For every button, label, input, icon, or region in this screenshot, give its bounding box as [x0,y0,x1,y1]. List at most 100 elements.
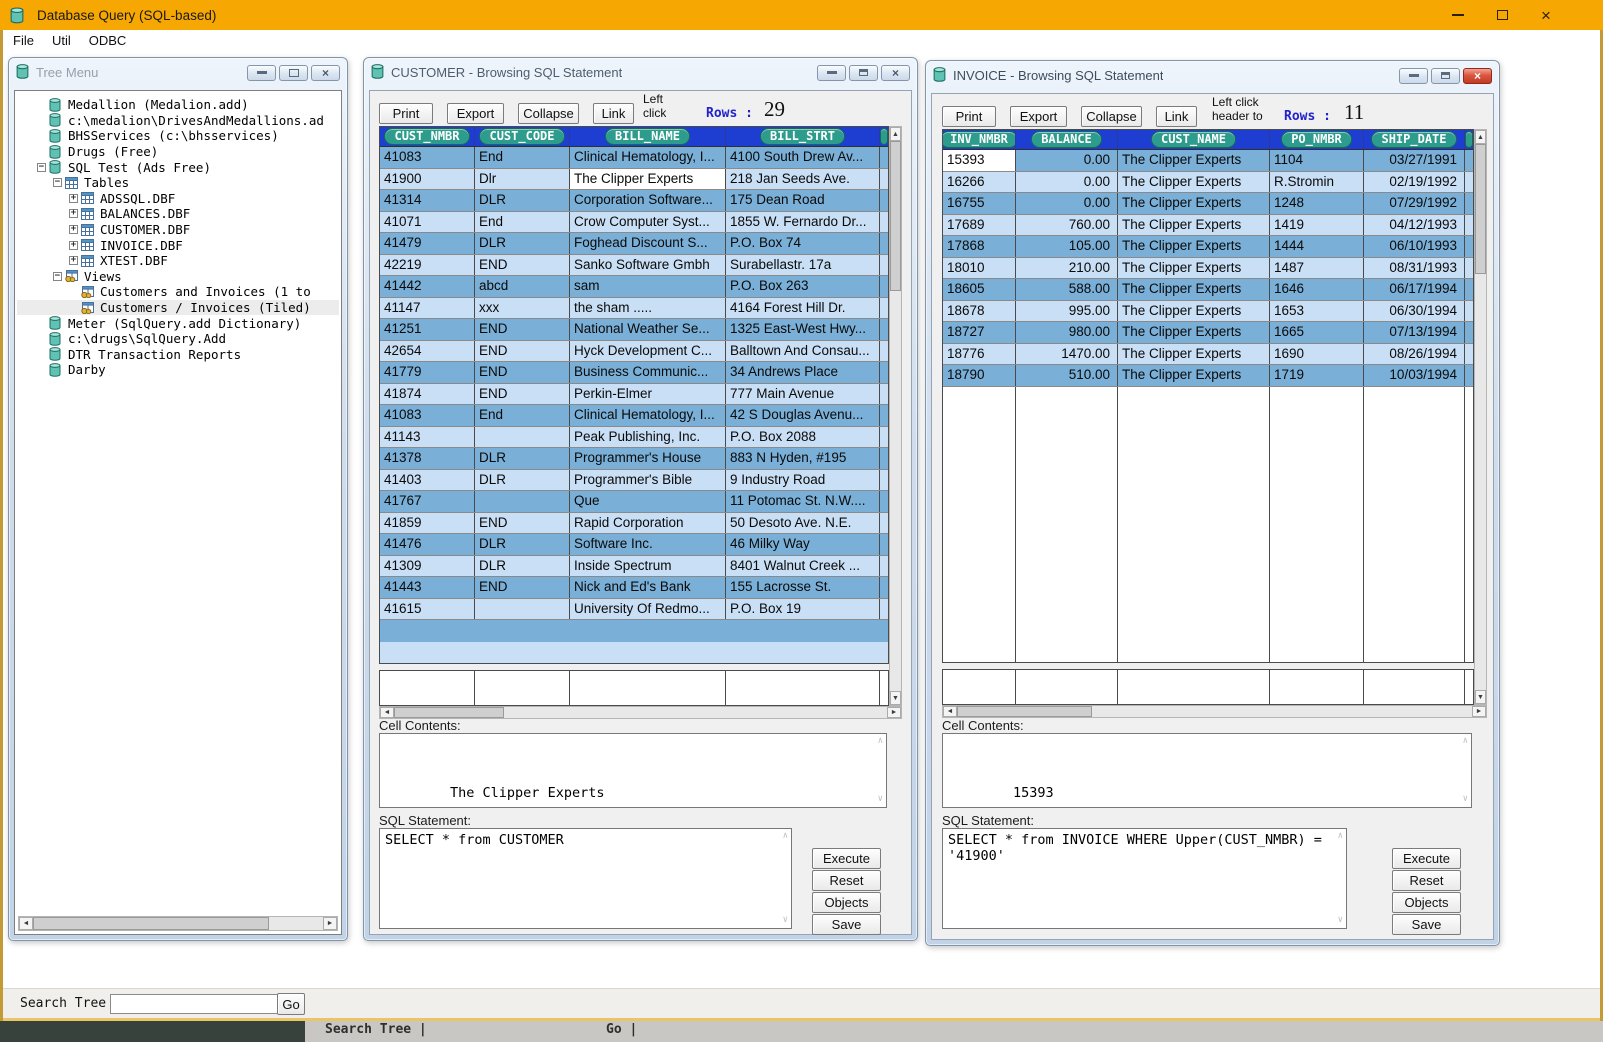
tree-window-titlebar[interactable]: Tree Menu × [9,58,347,87]
scroll-thumb[interactable] [890,141,901,291]
table-cell[interactable]: 1719 [1270,365,1364,386]
scroll-down-chevron[interactable]: ∨ [1463,795,1468,804]
table-cell[interactable]: DLR [475,190,570,211]
table-cell[interactable]: 41403 [380,470,475,491]
table-cell[interactable]: 41309 [380,556,475,577]
tree-expander-plus-icon[interactable]: + [69,225,78,234]
table-cell[interactable]: The Clipper Experts [1118,344,1270,365]
print-button[interactable]: Print [379,103,433,124]
table-cell[interactable]: 0.00 [1016,172,1118,193]
tree-item[interactable]: Customers and Invoices (1 to [17,284,339,300]
table-cell[interactable]: 41779 [380,362,475,383]
table-cell[interactable]: P.O. Box 263 [726,276,880,297]
table-cell[interactable]: Que [570,491,726,512]
table-cell[interactable]: 18727 [943,322,1016,343]
scroll-down-arrow[interactable]: ▼ [1475,690,1486,704]
customer-vertical-scrollbar[interactable]: ▲▼ [889,126,902,706]
table-cell[interactable]: 4164 Forest Hill Dr. [726,298,880,319]
tree-expander-minus-icon[interactable]: − [53,272,62,281]
tree-minimize-button[interactable] [247,65,276,81]
table-cell[interactable]: 41615 [380,599,475,620]
table-cell[interactable]: Dlr [475,169,570,190]
table-cell[interactable]: Hyck Development C... [570,341,726,362]
table-cell[interactable]: 105.00 [1016,236,1118,257]
table-cell[interactable]: Corporation Software... [570,190,726,211]
invoice-minimize-button[interactable] [1399,68,1428,84]
tree-close-button[interactable]: × [311,65,340,81]
table-cell[interactable]: Clinical Hematology, I... [570,405,726,426]
tree-item[interactable]: Medallion (Medalion.add) [17,97,339,113]
table-cell[interactable]: 1419 [1270,215,1364,236]
tree-item[interactable]: +INVOICE.DBF [17,237,339,253]
invoice-column-header-ship_date[interactable]: SHIP_DATE [1371,131,1456,148]
sql-statement-box[interactable]: SELECT * from INVOICE WHERE Upper(CUST_N… [942,828,1347,929]
table-cell[interactable]: 9 Industry Road [726,470,880,491]
tree-item[interactable]: −SQL Test (Ads Free) [17,159,339,175]
table-cell[interactable]: 42219 [380,255,475,276]
table-cell[interactable]: 41900 [380,169,475,190]
table-cell[interactable]: 41859 [380,513,475,534]
tree-item[interactable]: Darby [17,362,339,378]
table-cell[interactable]: 41378 [380,448,475,469]
reset-button[interactable]: Reset [1392,870,1461,891]
table-cell[interactable]: The Clipper Experts [1118,150,1270,171]
invoice-window-titlebar[interactable]: INVOICE - Browsing SQL Statement × [926,61,1499,90]
table-cell[interactable]: The Clipper Experts [1118,301,1270,322]
table-cell[interactable]: 41143 [380,427,475,448]
footer-cell[interactable] [475,671,570,705]
table-cell[interactable]: 07/29/1992 [1364,193,1465,214]
table-cell[interactable]: 41147 [380,298,475,319]
customer-horizontal-scrollbar[interactable]: ◄► [379,706,902,719]
table-cell[interactable]: 08/26/1994 [1364,344,1465,365]
table-cell[interactable]: End [475,147,570,168]
scroll-down-chevron[interactable]: ∨ [878,795,883,804]
footer-cell[interactable] [570,671,726,705]
table-cell[interactable]: END [475,384,570,405]
table-cell[interactable]: 760.00 [1016,215,1118,236]
customer-column-header-cust_code[interactable]: CUST_CODE [479,128,564,145]
table-cell[interactable]: The Clipper Experts [1118,365,1270,386]
save-button[interactable]: Save [1392,914,1461,935]
table-cell[interactable]: DLR [475,448,570,469]
table-cell[interactable]: 18776 [943,344,1016,365]
table-cell[interactable]: 10/03/1994 [1364,365,1465,386]
table-cell[interactable]: 777 Main Avenue [726,384,880,405]
objects-button[interactable]: Objects [812,892,881,913]
footer-cell[interactable] [726,671,880,705]
scroll-up-arrow[interactable]: ▲ [1475,130,1486,144]
print-button[interactable]: Print [942,106,996,127]
invoice-column-header-balance[interactable]: BALANCE [1031,131,1102,148]
table-cell[interactable]: 41083 [380,147,475,168]
app-minimize-button[interactable] [1449,6,1467,24]
table-cell[interactable]: END [475,319,570,340]
tree-item[interactable]: +XTEST.DBF [17,253,339,269]
table-cell[interactable]: Balltown And Consau... [726,341,880,362]
table-cell[interactable]: 15393 [943,150,1016,171]
table-cell[interactable]: 41874 [380,384,475,405]
cell-contents-box[interactable]: ∧ ∨ 15393 [942,733,1472,808]
app-close-button[interactable]: × [1537,6,1555,24]
table-cell[interactable]: The Clipper Experts [1118,258,1270,279]
table-cell[interactable]: 06/30/1994 [1364,301,1465,322]
scroll-left-arrow[interactable]: ◄ [19,917,33,930]
table-cell[interactable]: 41251 [380,319,475,340]
tree-item[interactable]: c:\medalion\DrivesAndMedallions.ad [17,113,339,129]
table-cell[interactable]: 980.00 [1016,322,1118,343]
app-maximize-button[interactable] [1493,6,1511,24]
go-button[interactable]: Go [277,993,305,1015]
table-cell[interactable]: Perkin-Elmer [570,384,726,405]
table-cell[interactable]: 41083 [380,405,475,426]
table-cell[interactable]: 1653 [1270,301,1364,322]
tree-expander-plus-icon[interactable]: + [69,209,78,218]
table-cell[interactable]: 16755 [943,193,1016,214]
table-cell[interactable]: Crow Computer Syst... [570,212,726,233]
table-cell[interactable]: Surabellastr. 17a [726,255,880,276]
execute-button[interactable]: Execute [812,848,881,869]
tree-item[interactable]: Drugs (Free) [17,144,339,160]
table-cell[interactable]: Programmer's House [570,448,726,469]
reset-button[interactable]: Reset [812,870,881,891]
tree-expander-minus-icon[interactable]: − [37,163,46,172]
table-cell[interactable]: Business Communic... [570,362,726,383]
customer-column-header-bill_strt[interactable]: BILL_STRT [760,128,845,145]
table-cell[interactable]: 02/19/1992 [1364,172,1465,193]
